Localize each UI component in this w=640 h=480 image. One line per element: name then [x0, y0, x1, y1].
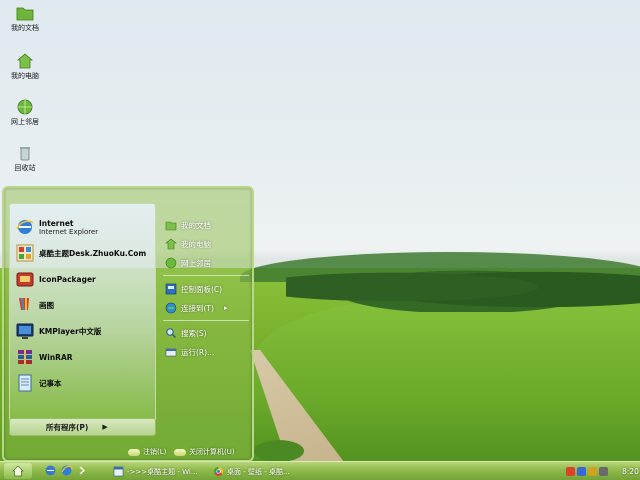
- program-internet-explorer[interactable]: Internet Internet Explorer: [15, 216, 155, 238]
- pinned-programs-pane: Internet Internet Explorer 桌酷主题Desk.Zhuo…: [9, 203, 156, 429]
- taskbar: ->>>桌酷主题 - Wi... 桌面 - 壁纸 - 桌酷... 8:20: [0, 461, 640, 480]
- places-separator: [163, 275, 249, 276]
- notepad-icon: [18, 374, 32, 392]
- program-title: 记事本: [39, 378, 62, 388]
- chrome-icon: [213, 466, 224, 476]
- places-my-computer[interactable]: 我的电脑: [165, 236, 211, 252]
- logoff-button[interactable]: 注销(L): [128, 446, 166, 458]
- window-icon: [113, 466, 124, 477]
- network-icon: [165, 257, 177, 269]
- logoff-icon: [128, 448, 140, 456]
- places-label: 我的电脑: [181, 239, 211, 249]
- tray-volume-icon[interactable]: [588, 467, 597, 476]
- program-title: WinRAR: [39, 352, 73, 362]
- tray-qq-icon[interactable]: [566, 467, 575, 476]
- desktop-icon-label: 我的文档: [11, 24, 39, 32]
- iconpackager-icon: [16, 272, 34, 287]
- chevron-right-icon: ▸: [223, 304, 228, 312]
- all-programs-label: 所有程序(P): [46, 422, 89, 432]
- task-button-label: 桌面 - 壁纸 - 桌酷...: [227, 467, 290, 476]
- folder-icon: [165, 221, 177, 231]
- computer-icon: [16, 53, 34, 69]
- program-title: IconPackager: [39, 274, 96, 284]
- program-zhuoku-theme[interactable]: 桌酷主题Desk.ZhuoKu.Com: [15, 242, 155, 264]
- places-separator: [163, 320, 249, 321]
- quicklaunch-internet-explorer-icon[interactable]: [60, 464, 73, 477]
- desktop-icon-my-computer[interactable]: 我的电脑: [0, 52, 50, 81]
- recycle-bin-icon: [20, 147, 30, 161]
- control-panel-icon: [165, 283, 177, 295]
- desktop-icon-recycle-bin[interactable]: 回收站: [0, 144, 50, 173]
- program-kmplayer[interactable]: KMPlayer中文版: [15, 320, 155, 342]
- places-label: 运行(R)...: [181, 347, 215, 357]
- paint-icon: [19, 297, 29, 311]
- tray-shield-icon[interactable]: [599, 467, 608, 476]
- desktop-icon-network[interactable]: 网上邻居: [0, 98, 50, 127]
- places-network[interactable]: 网上邻居: [165, 255, 211, 271]
- home-icon: [12, 465, 24, 477]
- places-my-documents[interactable]: 我的文档: [165, 217, 211, 233]
- quicklaunch-desktop-icon[interactable]: [44, 464, 57, 477]
- arrow-right-icon: ▶: [102, 423, 108, 431]
- places-label: 我的文档: [181, 220, 211, 230]
- places-label: 控制面板(C): [181, 284, 223, 294]
- desktop-icon-my-documents[interactable]: 我的文档: [0, 4, 50, 33]
- all-programs-button[interactable]: 所有程序(P) ▶: [9, 418, 156, 436]
- program-paint[interactable]: 画图: [15, 294, 155, 316]
- program-title: 画图: [39, 300, 54, 310]
- wallpaper-trees: [286, 262, 640, 312]
- shutdown-icon: [174, 448, 186, 456]
- shutdown-button[interactable]: 关闭计算机(U): [174, 446, 235, 458]
- places-search[interactable]: 搜索(S): [165, 325, 207, 341]
- tray-network-icon[interactable]: [577, 467, 586, 476]
- places-label: 网上邻居: [181, 258, 211, 268]
- program-title: KMPlayer中文版: [39, 326, 102, 336]
- desktop-icon-label: 回收站: [14, 164, 36, 172]
- kmplayer-icon: [16, 323, 34, 339]
- task-button-label: ->>>桌酷主题 - Wi...: [127, 467, 198, 476]
- places-pane: 我的文档 我的电脑 网上邻居 控制面板(C) 连接到(T) ▸ 搜索(S) 运行…: [159, 203, 251, 429]
- places-label: 连接到(T): [181, 303, 214, 313]
- desktop-icon-label: 网上邻居: [11, 118, 39, 126]
- logoff-label: 注销(L): [143, 448, 167, 456]
- program-iconpackager[interactable]: IconPackager: [15, 268, 155, 290]
- quicklaunch-expand-icon[interactable]: [76, 464, 89, 477]
- computer-icon: [165, 238, 177, 250]
- shutdown-label: 关闭计算机(U): [189, 448, 235, 456]
- desktop-icon-label: 我的电脑: [11, 72, 39, 80]
- places-run[interactable]: 运行(R)...: [165, 344, 214, 360]
- start-button[interactable]: [4, 463, 32, 479]
- program-title: Internet: [39, 218, 74, 228]
- wallpaper-bush: [254, 440, 304, 462]
- program-winrar[interactable]: WinRAR: [15, 346, 155, 368]
- run-icon: [165, 348, 177, 357]
- folder-icon: [16, 7, 34, 21]
- theme-icon: [16, 244, 34, 262]
- connect-icon: [165, 302, 177, 314]
- network-icon: [17, 99, 33, 115]
- clock[interactable]: 8:20: [622, 467, 639, 476]
- internet-explorer-icon: [16, 220, 34, 234]
- program-title: 桌酷主题Desk.ZhuoKu.Com: [39, 248, 147, 258]
- winrar-icon: [18, 350, 32, 364]
- places-connect-to[interactable]: 连接到(T) ▸: [165, 300, 227, 316]
- task-button-desktop-wallpaper[interactable]: 桌面 - 壁纸 - 桌酷...: [210, 464, 310, 479]
- search-icon: [166, 328, 176, 338]
- program-subtitle: Internet Explorer: [39, 227, 99, 236]
- system-tray: 8:20: [566, 463, 640, 480]
- task-button-zhuoku-theme[interactable]: ->>>桌酷主题 - Wi...: [110, 464, 208, 479]
- places-label: 搜索(S): [181, 328, 207, 338]
- places-control-panel[interactable]: 控制面板(C): [165, 281, 222, 297]
- start-menu: Internet Internet Explorer 桌酷主题Desk.Zhuo…: [2, 186, 254, 462]
- program-notepad[interactable]: 记事本: [15, 372, 155, 394]
